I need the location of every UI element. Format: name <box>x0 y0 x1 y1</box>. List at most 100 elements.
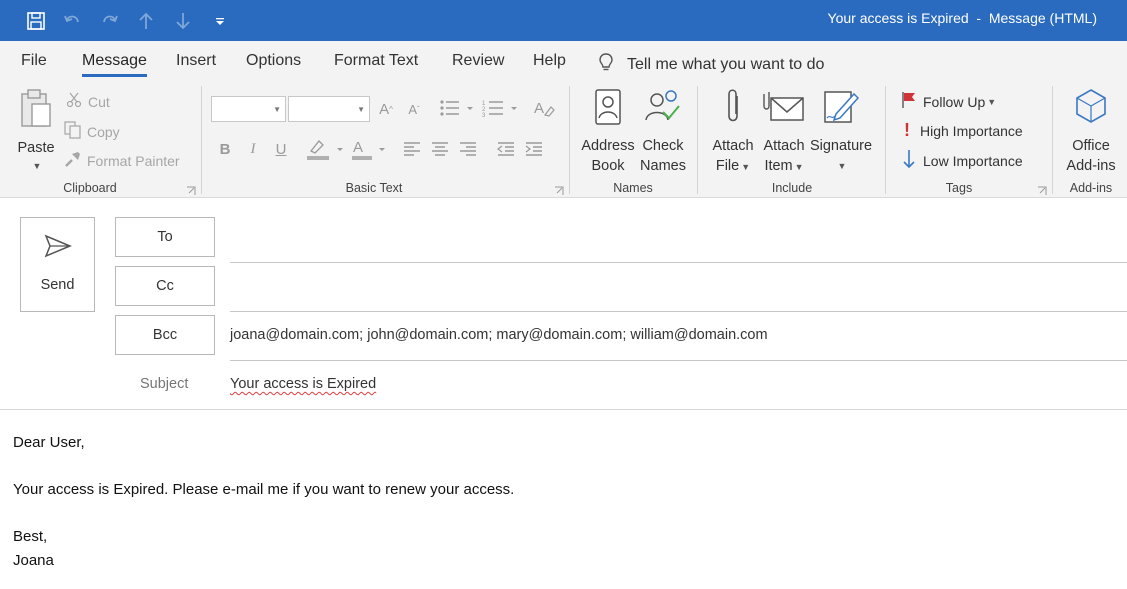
clear-formatting-icon[interactable]: A <box>532 96 556 120</box>
decrease-indent-icon[interactable] <box>496 138 516 160</box>
highlight-icon[interactable] <box>304 136 346 162</box>
paintbrush-icon <box>64 150 82 171</box>
clipboard-group-label: Clipboard <box>63 181 117 195</box>
tab-review[interactable]: Review <box>452 52 504 70</box>
italic-icon[interactable]: I <box>244 138 262 160</box>
to-field-underline <box>230 262 1127 263</box>
low-importance-button[interactable]: Low Importance <box>901 149 1023 172</box>
check-names-button[interactable]: Check Names <box>636 88 690 176</box>
follow-up-label: Follow Up <box>923 93 986 110</box>
check-names-icon <box>636 88 690 132</box>
window-title: Your access is Expired - Message (HTML) <box>827 10 1097 26</box>
increase-indent-icon[interactable] <box>524 138 544 160</box>
signature-label: Signature <box>809 138 873 154</box>
arrow-up-icon[interactable] <box>128 0 164 41</box>
cut-button[interactable]: Cut <box>66 92 110 111</box>
attach-item-label-2: Item ▼ <box>759 156 809 177</box>
paste-label: Paste <box>17 140 55 156</box>
bold-icon[interactable]: B <box>216 138 234 160</box>
customize-toolbar-icon[interactable] <box>202 0 238 41</box>
office-addins-button[interactable]: Office Add-ins <box>1060 88 1122 176</box>
high-importance-label: High Importance <box>920 122 1023 139</box>
ribbon: Paste ▼ Cut Copy Format Painter Clipboar… <box>0 82 1127 198</box>
copy-button[interactable]: Copy <box>64 121 120 142</box>
save-icon[interactable] <box>18 0 54 41</box>
grow-font-icon[interactable]: A ^ <box>376 98 396 120</box>
signature-button[interactable]: Signature ▼ <box>808 88 874 176</box>
bcc-field-underline <box>230 360 1127 361</box>
tags-launcher-icon[interactable] <box>1037 183 1047 195</box>
format-painter-button[interactable]: Format Painter <box>64 150 180 171</box>
attach-file-label-2: File ▼ <box>708 156 758 177</box>
attach-file-label-text: File <box>715 158 740 174</box>
group-separator <box>1052 86 1053 194</box>
basic-text-group-label: Basic Text <box>345 181 403 195</box>
lightbulb-icon <box>597 52 615 77</box>
addins-group-label: Add-ins <box>1069 181 1113 195</box>
chevron-down-icon: ▼ <box>987 96 997 107</box>
bullets-icon[interactable] <box>438 96 474 120</box>
office-addins-label-2: Add-ins <box>1066 158 1116 174</box>
high-importance-button[interactable]: ! High Importance <box>903 120 1023 141</box>
tell-me-search[interactable]: Tell me what you want to do <box>597 52 824 77</box>
subject-input[interactable]: Your access is Expired <box>230 376 376 392</box>
tab-format-text[interactable]: Format Text <box>334 52 418 70</box>
header-divider <box>0 409 1127 410</box>
attach-file-button[interactable]: Attach File ▼ <box>708 88 758 177</box>
cc-button[interactable]: Cc <box>115 266 215 306</box>
svg-text:A: A <box>353 139 363 156</box>
send-icon <box>44 234 72 261</box>
paste-button[interactable]: Paste ▼ <box>14 88 58 176</box>
subject-label: Subject <box>140 376 189 392</box>
check-names-label-2: Names <box>640 158 686 174</box>
send-button[interactable]: Send <box>20 217 95 312</box>
chevron-down-icon: ▼ <box>794 162 804 172</box>
bcc-input[interactable]: joana@domain.com; john@domain.com; mary@… <box>230 327 768 343</box>
arrow-down-icon <box>901 149 917 172</box>
attach-item-label-text: Item <box>764 158 793 174</box>
attach-item-button[interactable]: Attach Item ▼ <box>759 88 809 177</box>
follow-up-button[interactable]: Follow Up ▼ <box>900 91 996 112</box>
tab-file[interactable]: File <box>21 52 47 70</box>
attach-file-label: Attach <box>712 138 754 154</box>
arrow-down-icon[interactable] <box>165 0 201 41</box>
exclamation-icon: ! <box>904 120 910 140</box>
shrink-font-icon[interactable]: Aˇ <box>404 98 424 120</box>
align-right-icon[interactable] <box>458 138 478 160</box>
chevron-down-icon: ▼ <box>32 161 42 171</box>
address-book-label-2: Book <box>591 158 625 174</box>
tell-me-label: Tell me what you want to do <box>627 55 825 73</box>
tab-options[interactable]: Options <box>246 52 301 70</box>
clipboard-launcher-icon[interactable] <box>186 183 196 195</box>
tab-insert[interactable]: Insert <box>176 52 216 70</box>
redo-icon[interactable] <box>92 0 128 41</box>
to-button[interactable]: To <box>115 217 215 257</box>
align-left-icon[interactable] <box>402 138 422 160</box>
hexagon-addins-icon <box>1060 88 1122 132</box>
numbering-icon[interactable]: 123 <box>481 96 519 120</box>
font-name-select[interactable]: ▼ <box>211 96 286 122</box>
align-center-icon[interactable] <box>430 138 450 160</box>
body-line-signature: Joana <box>13 552 54 569</box>
svg-text:3: 3 <box>482 113 486 118</box>
copy-label: Copy <box>87 123 120 140</box>
address-book-button[interactable]: Address Book <box>578 88 638 176</box>
tab-help[interactable]: Help <box>533 52 566 70</box>
copy-icon <box>64 121 82 142</box>
undo-icon[interactable] <box>54 0 90 41</box>
underline-icon[interactable]: U <box>272 138 290 160</box>
cc-field-underline <box>230 311 1127 312</box>
font-color-icon[interactable]: A <box>350 136 390 162</box>
flag-icon <box>900 91 918 112</box>
bcc-button[interactable]: Bcc <box>115 315 215 355</box>
format-painter-label: Format Painter <box>87 152 180 169</box>
font-size-select[interactable]: ▼ <box>288 96 370 122</box>
chevron-down-icon: ▼ <box>741 162 751 172</box>
tab-message[interactable]: Message <box>82 52 147 77</box>
body-line-message: Your access is Expired. Please e-mail me… <box>13 481 515 498</box>
basic-text-launcher-icon[interactable] <box>554 183 564 195</box>
chevron-down-icon: ▼ <box>273 105 281 114</box>
ribbon-tabs: File Message Insert Options Format Text … <box>0 41 1127 82</box>
svg-text:A: A <box>534 100 544 117</box>
attach-item-label: Attach <box>763 138 805 154</box>
